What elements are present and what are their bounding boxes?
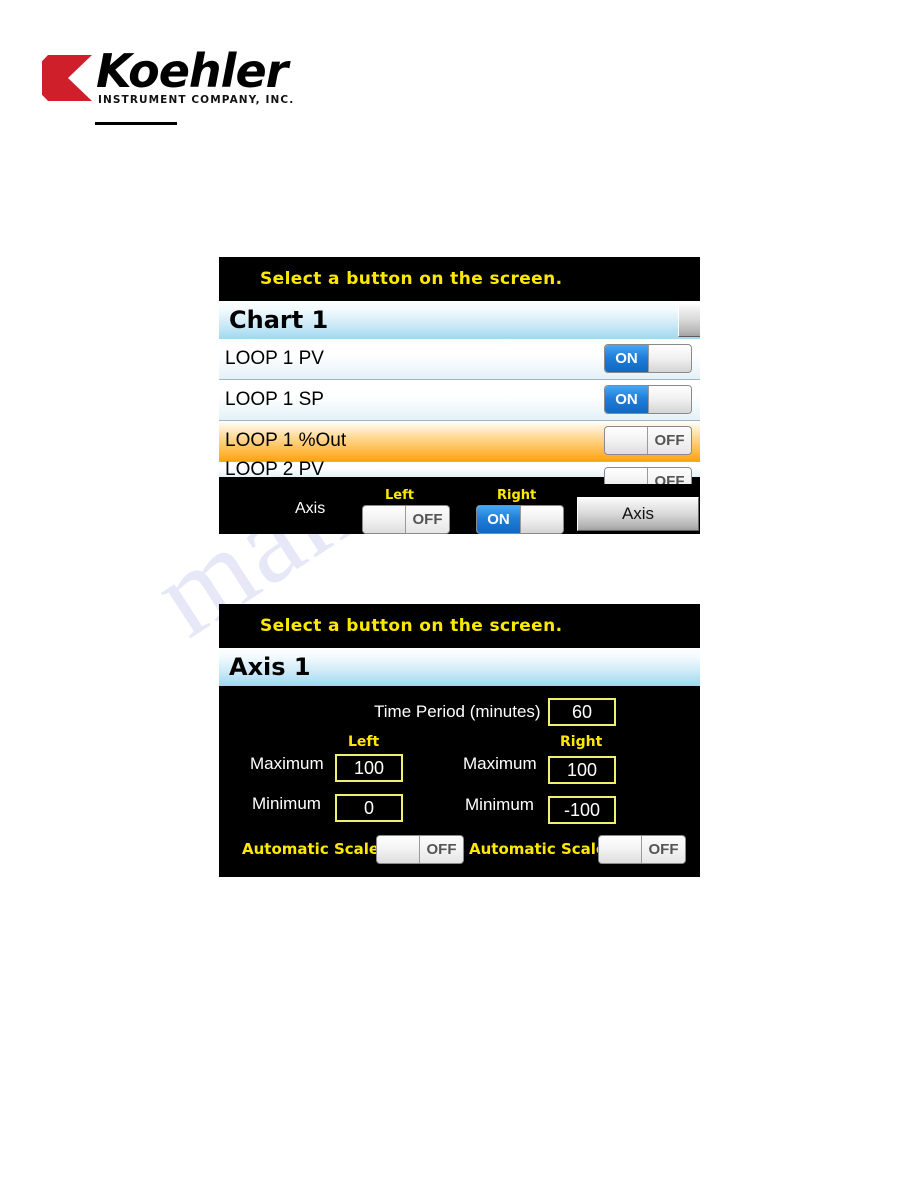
axis-panel-banner: Select a button on the screen. xyxy=(219,604,700,648)
right-axis-heading: Right xyxy=(497,488,537,503)
axis-button[interactable]: Axis xyxy=(577,497,699,531)
left-maximum-input[interactable]: 100 xyxy=(335,754,403,782)
chevron-logo-icon xyxy=(42,55,92,101)
toggle-knob xyxy=(599,836,642,863)
row-toggle[interactable]: ON xyxy=(604,385,692,414)
axis-panel-titlebar: Axis 1 Return xyxy=(219,648,700,686)
chart-panel-banner: Select a button on the screen. xyxy=(219,257,700,301)
cancel-button[interactable]: Cancel xyxy=(678,303,700,337)
left-maximum-label: Maximum xyxy=(250,754,324,773)
toggle-state-label: OFF xyxy=(420,836,463,863)
toggle-state-label: ON xyxy=(605,345,648,372)
chart-page-title: Chart 1 xyxy=(229,306,329,334)
right-axis-toggle[interactable]: ON xyxy=(476,505,564,534)
row-toggle[interactable]: ON xyxy=(604,344,692,373)
logo-wordmark: Koehler xyxy=(96,44,288,98)
left-axis-toggle[interactable]: OFF xyxy=(362,505,450,534)
time-period-value: 60 xyxy=(571,701,593,722)
table-row[interactable]: LOOP 1 %Out OFF xyxy=(219,421,700,462)
toggle-state-label: OFF xyxy=(648,427,691,454)
row-label: LOOP 1 %Out xyxy=(225,430,347,451)
toggle-knob xyxy=(648,345,691,372)
table-row[interactable]: LOOP 1 PV ON xyxy=(219,339,700,380)
toggle-state-label: OFF xyxy=(406,506,449,533)
axis-config-panel: Select a button on the screen. Axis 1 Re… xyxy=(219,604,700,877)
logo-tagline: INSTRUMENT COMPANY, INC. xyxy=(98,94,295,106)
toggle-knob xyxy=(605,427,648,454)
table-row[interactable]: LOOP 2 PV OFF xyxy=(219,459,700,496)
koehler-logo: Koehler INSTRUMENT COMPANY, INC. xyxy=(42,44,302,110)
right-maximum-label: Maximum xyxy=(463,754,537,773)
left-maximum-value: 100 xyxy=(353,757,385,778)
axis-settings-body: Time Period (minutes) 60 Left Right Maxi… xyxy=(219,686,700,877)
right-minimum-label: Minimum xyxy=(465,795,534,814)
left-minimum-input[interactable]: 0 xyxy=(335,794,403,822)
toggle-knob xyxy=(648,386,691,413)
row-label: LOOP 1 SP xyxy=(225,389,324,410)
left-minimum-value: 0 xyxy=(363,797,374,818)
time-period-input[interactable]: 60 xyxy=(548,698,616,726)
row-label: LOOP 1 PV xyxy=(225,348,324,369)
left-auto-scale-toggle[interactable]: OFF xyxy=(376,835,464,864)
chart-axis-footer: Axis Left Right OFF ON Axis xyxy=(219,484,700,534)
toggle-knob xyxy=(520,506,563,533)
axis-page-title: Axis 1 xyxy=(229,653,311,681)
toggle-knob xyxy=(377,836,420,863)
right-auto-scale-toggle[interactable]: OFF xyxy=(598,835,686,864)
axis-footer-label: Axis xyxy=(295,500,326,517)
chart-panel-titlebar: Chart 1 Cancel Save xyxy=(219,301,700,339)
chart-banner-text: Select a button on the screen. xyxy=(260,269,563,289)
right-maximum-value: 100 xyxy=(566,759,598,780)
row-label: LOOP 2 PV xyxy=(225,458,324,480)
toggle-state-label: OFF xyxy=(642,836,685,863)
axis-banner-text: Select a button on the screen. xyxy=(260,616,563,636)
axis-button-label: Axis xyxy=(621,504,655,523)
right-maximum-input[interactable]: 100 xyxy=(548,756,616,784)
right-minimum-value: -100 xyxy=(563,799,601,820)
toggle-state-label: ON xyxy=(477,506,520,533)
left-minimum-label: Minimum xyxy=(252,794,321,813)
time-period-label: Time Period (minutes) xyxy=(374,702,541,721)
row-toggle[interactable]: OFF xyxy=(604,426,692,455)
right-auto-scale-label: Automatic Scale xyxy=(469,840,607,858)
table-row[interactable]: LOOP 1 SP ON xyxy=(219,380,700,421)
toggle-state-label: ON xyxy=(605,386,648,413)
left-axis-heading: Left xyxy=(385,488,414,503)
header-rule xyxy=(95,122,177,125)
right-minimum-input[interactable]: -100 xyxy=(548,796,616,824)
right-section-heading: Right xyxy=(560,734,603,750)
chart-config-panel: Select a button on the screen. Chart 1 C… xyxy=(219,257,700,534)
left-section-heading: Left xyxy=(348,734,380,750)
left-auto-scale-label: Automatic Scale xyxy=(242,840,380,858)
toggle-knob xyxy=(363,506,406,533)
